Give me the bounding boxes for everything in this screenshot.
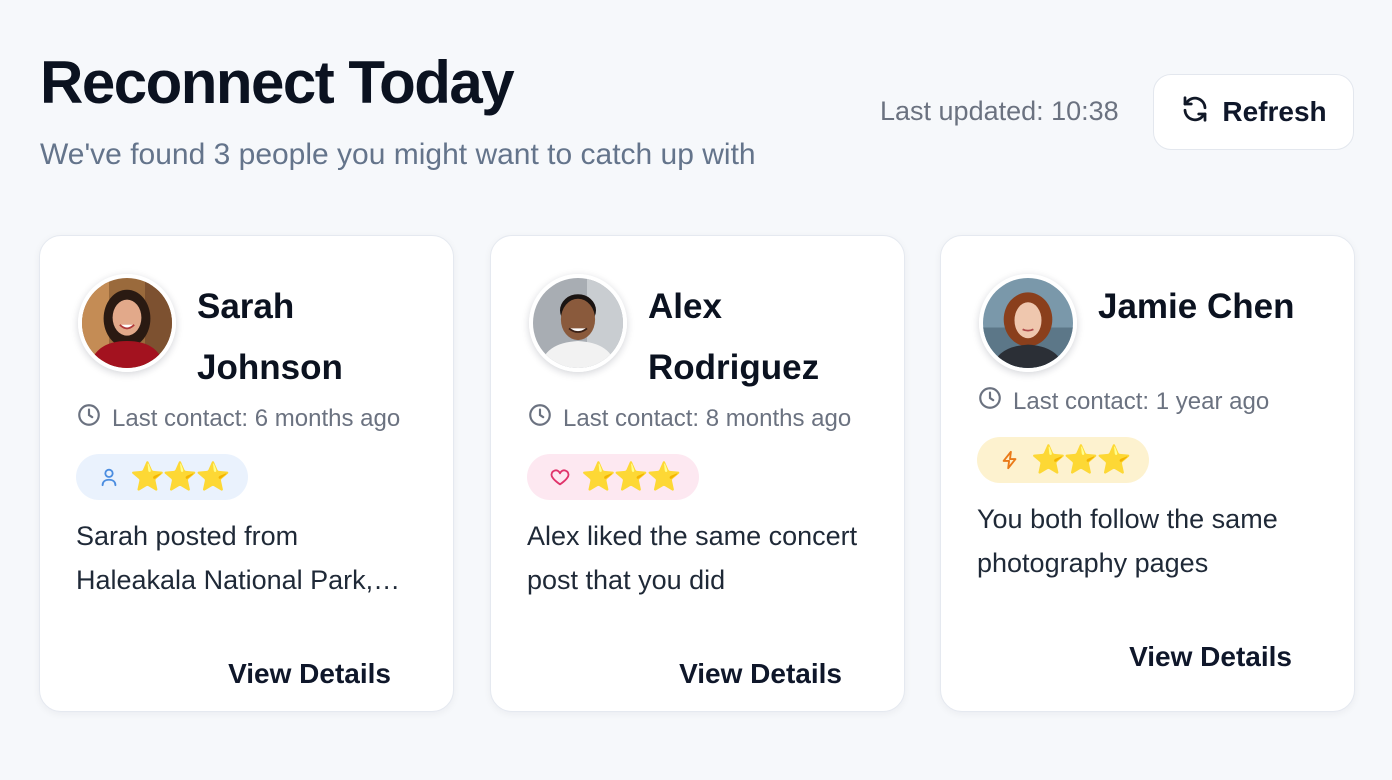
reason-badge: ⭐⭐⭐ xyxy=(76,454,248,500)
view-details-button[interactable]: View Details xyxy=(1129,641,1292,673)
view-details-button[interactable]: View Details xyxy=(679,658,842,690)
reason-badge: ⭐⭐⭐ xyxy=(977,437,1149,483)
last-contact-text: Last contact: 6 months ago xyxy=(112,404,401,432)
last-contact-text: Last contact: 1 year ago xyxy=(1013,387,1270,415)
contact-name[interactable]: Sarah Johnson xyxy=(197,276,437,398)
contact-card: Jamie Chen Last contact: 1 year ago ⭐⭐⭐ … xyxy=(940,235,1355,712)
refresh-label: Refresh xyxy=(1222,96,1327,127)
view-details-button[interactable]: View Details xyxy=(228,658,391,690)
page-title: Reconnect Today xyxy=(40,49,515,116)
contact-card: Alex Rodriguez Last contact: 8 months ag… xyxy=(490,235,905,712)
contact-card: Sarah Johnson Last contact: 6 months ago… xyxy=(39,235,454,712)
avatar[interactable] xyxy=(78,274,176,372)
star-rating: ⭐⭐⭐ xyxy=(581,461,682,492)
reason-badge: ⭐⭐⭐ xyxy=(527,454,699,500)
last-contact-text: Last contact: 8 months ago xyxy=(563,404,852,432)
contact-name[interactable]: Alex Rodriguez xyxy=(648,276,888,398)
last-contact: Last contact: 1 year ago xyxy=(977,385,1269,418)
clock-icon xyxy=(527,402,553,435)
clock-icon xyxy=(977,385,1003,418)
user-icon xyxy=(98,466,120,488)
last-updated-text: Last updated: 10:38 xyxy=(880,96,1119,126)
star-rating: ⭐⭐⭐ xyxy=(130,461,231,492)
avatar[interactable] xyxy=(529,274,627,372)
contact-name[interactable]: Jamie Chen xyxy=(1098,276,1338,337)
page-subtitle: We've found 3 people you might want to c… xyxy=(40,138,756,171)
contact-description: Sarah posted from Haleakala National Par… xyxy=(76,521,374,595)
contact-description: You both follow the same photography pag… xyxy=(977,504,1278,578)
avatar[interactable] xyxy=(979,274,1077,372)
star-rating: ⭐⭐⭐ xyxy=(1031,444,1132,475)
heart-icon xyxy=(549,466,571,488)
clock-icon xyxy=(76,402,102,435)
lightning-icon xyxy=(999,449,1021,471)
refresh-icon xyxy=(1180,94,1210,131)
refresh-button[interactable]: Refresh xyxy=(1153,74,1354,150)
last-contact: Last contact: 6 months ago xyxy=(76,402,400,435)
reconnect-page: Reconnect Today We've found 3 people you… xyxy=(0,0,1392,780)
last-contact: Last contact: 8 months ago xyxy=(527,402,851,435)
contact-description: Alex liked the same concert post that yo… xyxy=(527,521,858,595)
